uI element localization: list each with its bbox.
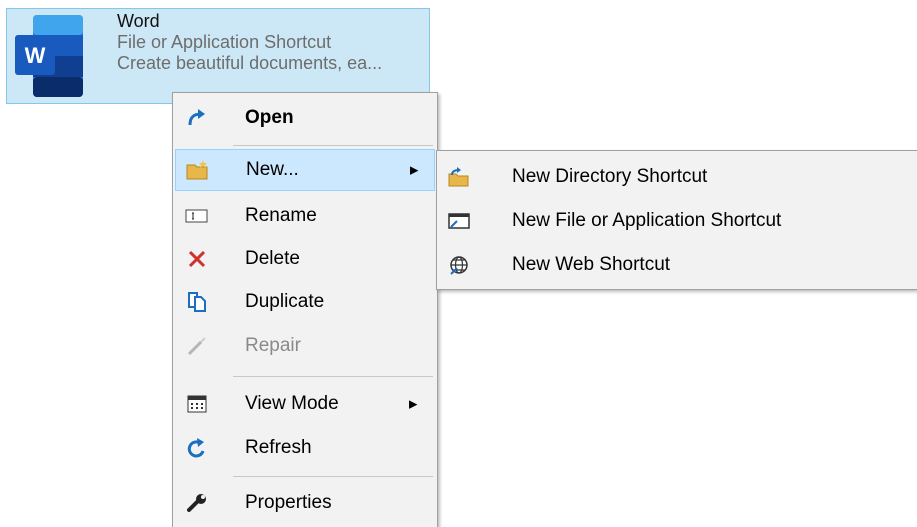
context-menu: Open New... ▶ Rename Delete Duplicate Re… (172, 92, 438, 527)
tile-description: Create beautiful documents, ea... (117, 53, 383, 73)
submenu-item-new-file-shortcut[interactable]: New File or Application Shortcut (439, 199, 917, 243)
submenu-arrow-icon: ▶ (409, 398, 418, 411)
delete-icon (185, 247, 209, 271)
web-shortcut-icon (447, 253, 471, 277)
word-shortcut-tile[interactable]: W Word File or Application Shortcut Crea… (6, 8, 430, 104)
menu-item-open[interactable]: Open (175, 97, 435, 139)
submenu-item-new-web-shortcut[interactable]: New Web Shortcut (439, 243, 917, 287)
directory-shortcut-icon (447, 165, 471, 189)
submenu-item-new-directory-shortcut[interactable]: New Directory Shortcut (439, 155, 917, 199)
svg-text:W: W (25, 43, 46, 68)
menu-item-label: Rename (245, 205, 317, 226)
menu-item-delete[interactable]: Delete (175, 238, 435, 280)
submenu-item-label: New File or Application Shortcut (512, 210, 782, 231)
menu-item-label: Properties (245, 492, 332, 513)
menu-item-duplicate[interactable]: Duplicate (175, 281, 435, 323)
new-folder-icon (186, 158, 210, 182)
menu-separator (233, 476, 433, 477)
file-shortcut-icon (447, 209, 471, 233)
menu-item-label: Repair (245, 335, 301, 356)
menu-item-new[interactable]: New... ▶ (175, 149, 435, 191)
menu-item-label: Open (245, 107, 294, 128)
menu-item-rename[interactable]: Rename (175, 195, 435, 237)
new-submenu: New Directory Shortcut New File or Appli… (436, 150, 917, 290)
menu-item-label: Duplicate (245, 291, 325, 312)
tile-type: File or Application Shortcut (117, 32, 332, 52)
refresh-icon (185, 436, 209, 460)
menu-item-properties[interactable]: Properties (175, 482, 435, 524)
menu-item-label: New... (246, 159, 299, 180)
menu-item-view-mode[interactable]: View Mode ▶ (175, 383, 435, 425)
menu-item-label: Refresh (245, 437, 312, 458)
submenu-arrow-icon: ▶ (410, 164, 419, 177)
rename-icon (185, 204, 209, 228)
menu-separator (233, 376, 433, 377)
view-mode-icon (185, 392, 209, 416)
word-icon: W (13, 11, 85, 101)
menu-item-repair: Repair (175, 325, 435, 367)
menu-separator (233, 145, 433, 146)
repair-icon (185, 334, 209, 358)
menu-item-label: View Mode (245, 393, 339, 414)
submenu-item-label: New Directory Shortcut (512, 166, 708, 187)
tile-title: Word (117, 11, 160, 31)
wrench-icon (185, 491, 209, 515)
open-arrow-icon (185, 106, 209, 130)
menu-item-label: Delete (245, 248, 300, 269)
duplicate-icon (185, 290, 209, 314)
submenu-item-label: New Web Shortcut (512, 254, 671, 275)
menu-item-refresh[interactable]: Refresh (175, 427, 435, 469)
